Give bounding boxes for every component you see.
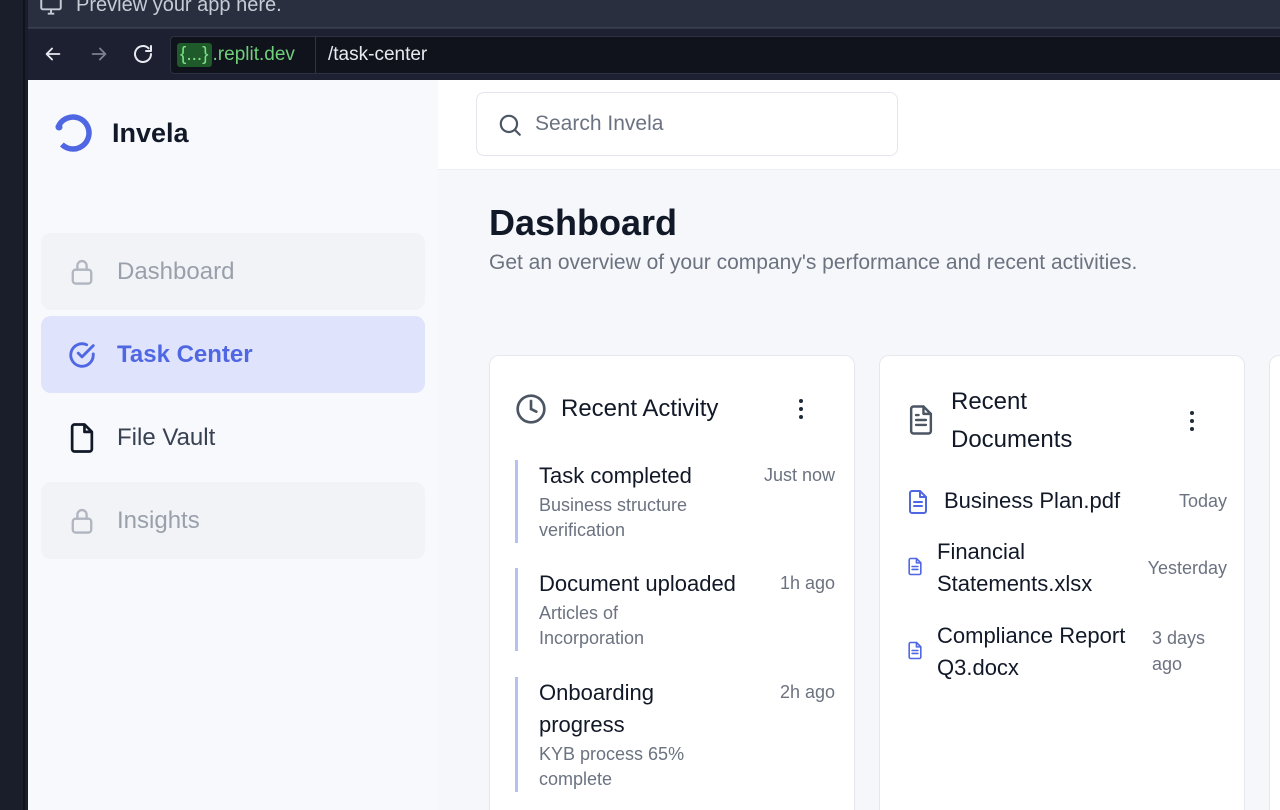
card-title: Recent Documents — [951, 388, 1073, 453]
sidebar-item-label: Dashboard — [117, 257, 235, 285]
activity-time: Just now — [763, 465, 835, 485]
document-name: Compliance Report Q3.docx — [937, 623, 1126, 680]
arrow-right-icon — [91, 47, 107, 61]
url-domain: .replit.dev — [212, 44, 295, 65]
clock-icon — [516, 394, 546, 424]
activity-time: 1h ago — [779, 573, 835, 593]
arrow-left-icon — [45, 47, 61, 61]
document-time: Yesterday — [1147, 558, 1227, 578]
activity-desc: Articles of Incorporation — [539, 603, 645, 648]
document-name: Financial Statements.xlsx — [937, 539, 1093, 596]
file-text-icon — [909, 490, 927, 514]
top-bar — [438, 80, 1280, 170]
preview-label: Preview your app here. — [76, 0, 282, 16]
url-host: {...} .replit.dev — [177, 42, 295, 68]
sidebar-item-label: File Vault — [117, 423, 216, 451]
activity-item[interactable]: Onboarding progress KYB process 65% comp… — [515, 677, 835, 792]
back-button[interactable] — [40, 41, 66, 67]
url-braces: {...} — [177, 43, 212, 67]
file-text-icon — [908, 641, 922, 660]
activity-item[interactable]: Document uploaded Articles of Incorporat… — [515, 568, 835, 651]
recent-activity-card: Recent Activity Task completed Business … — [489, 355, 855, 810]
logo[interactable]: Invela — [52, 112, 189, 154]
sidebar-item-dashboard[interactable]: Dashboard — [41, 233, 425, 310]
search-icon — [499, 114, 521, 136]
check-circle-icon — [67, 340, 97, 370]
search-box[interactable] — [476, 92, 898, 156]
activity-desc: Business structure verification — [539, 495, 688, 540]
activity-title: Onboarding progress — [539, 680, 654, 737]
sidebar-item-label: Task Center — [117, 340, 253, 368]
lock-icon — [67, 506, 97, 536]
sidebar-item-file-vault[interactable]: File Vault — [41, 399, 425, 476]
forward-button[interactable] — [86, 41, 112, 67]
document-item[interactable]: Financial Statements.xlsx Yesterday — [907, 536, 1227, 602]
reload-button[interactable] — [130, 41, 156, 67]
document-item[interactable]: Business Plan.pdf Today — [907, 484, 1227, 518]
more-options-icon[interactable] — [1188, 411, 1196, 435]
activity-desc: KYB process 65% complete — [539, 744, 685, 789]
next-card — [1269, 355, 1280, 810]
file-icon — [67, 422, 97, 453]
window-edge — [0, 0, 28, 810]
reload-icon — [134, 45, 152, 63]
url-path: /task-center — [328, 44, 428, 65]
sidebar-item-label: Insights — [117, 506, 200, 534]
sidebar-item-task-center[interactable]: Task Center — [41, 316, 425, 393]
invela-logo-icon — [54, 114, 92, 152]
lock-icon — [67, 257, 97, 287]
search-input[interactable] — [535, 105, 875, 143]
recent-documents-card: Recent Documents Business Plan.pdf Today… — [879, 355, 1245, 810]
url-field[interactable]: {...} .replit.dev /task-center — [170, 36, 1280, 74]
card-title: Recent Activity — [561, 395, 719, 422]
app-window: Invela Dashboard Task Center File Vault — [28, 80, 1280, 810]
more-options-icon[interactable] — [797, 399, 805, 423]
app-name: Invela — [112, 117, 189, 148]
preview-header: Preview your app here. — [28, 0, 1280, 28]
file-text-icon — [908, 557, 922, 576]
browser-toolbar: {...} .replit.dev /task-center — [28, 28, 1280, 80]
document-name: Business Plan.pdf — [944, 488, 1121, 513]
sidebar-item-insights[interactable]: Insights — [41, 482, 425, 559]
page-title: Dashboard — [489, 202, 678, 243]
document-icon — [909, 405, 933, 435]
document-item[interactable]: Compliance Report Q3.docx 3 days ago — [907, 620, 1227, 686]
monitor-icon — [40, 0, 62, 15]
sidebar: Invela Dashboard Task Center File Vault — [28, 80, 438, 810]
document-time: Today — [1178, 491, 1227, 511]
document-time: 3 days ago — [1152, 628, 1206, 674]
main-content: Dashboard Get an overview of your compan… — [438, 170, 1280, 810]
page-subtitle: Get an overview of your company's perfor… — [489, 251, 1138, 274]
activity-time: 2h ago — [779, 682, 835, 702]
activity-item[interactable]: Task completed Business structure verifi… — [515, 460, 835, 543]
